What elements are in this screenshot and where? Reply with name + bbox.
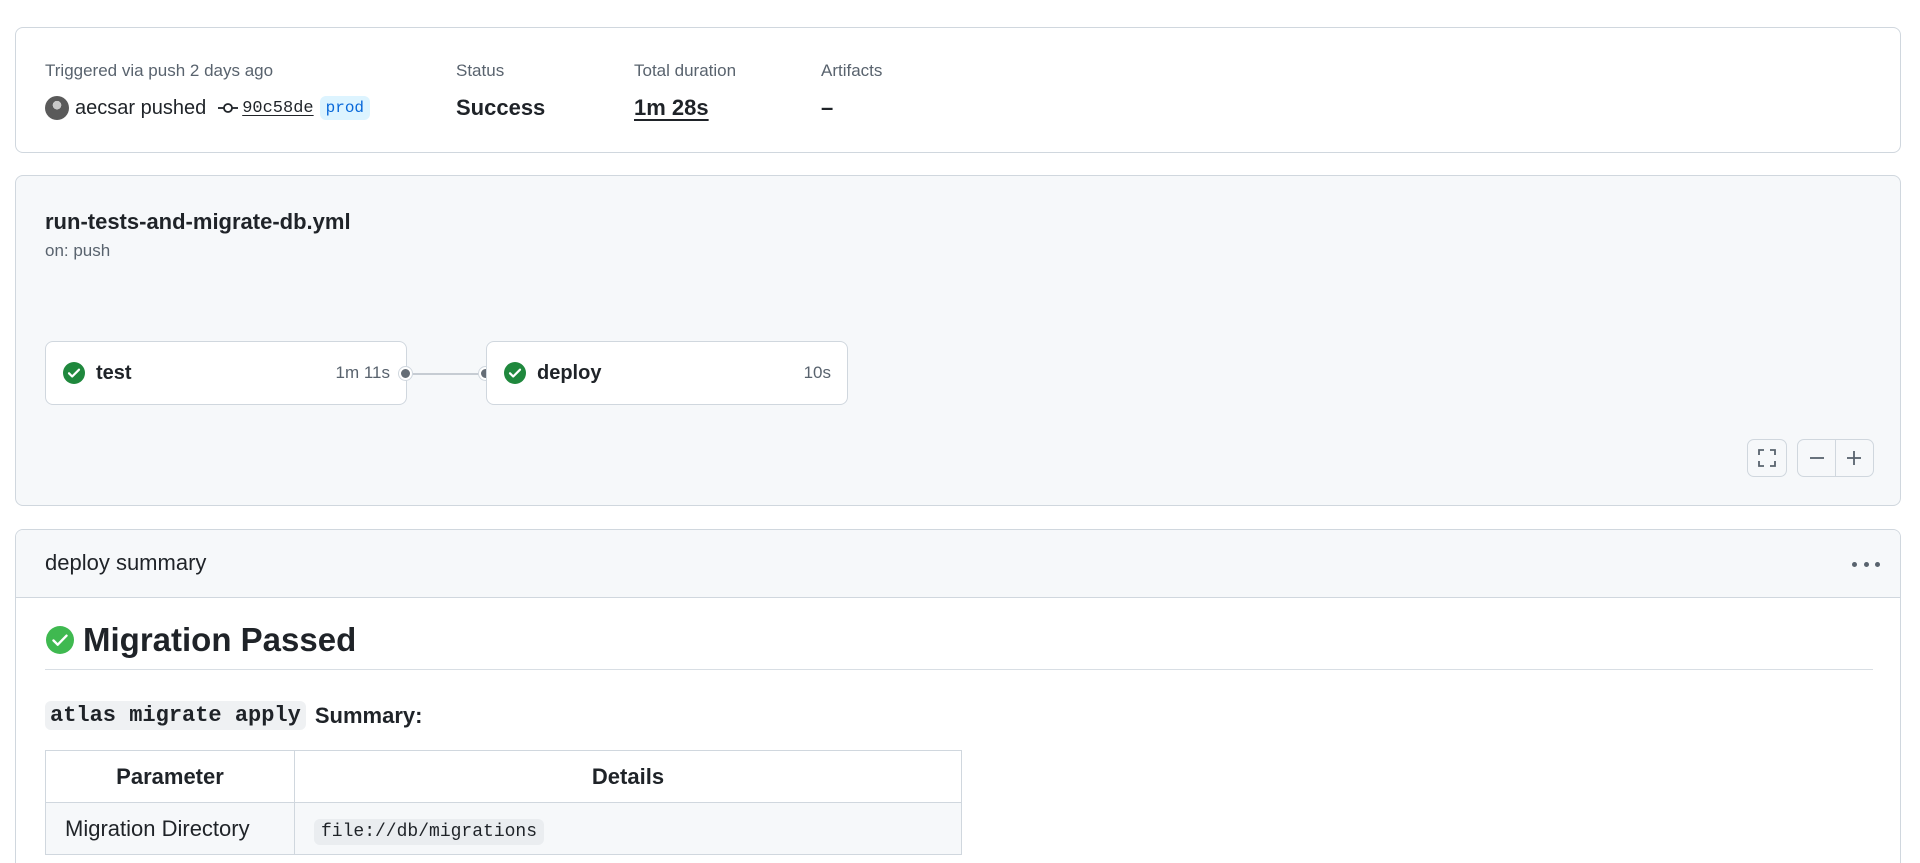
success-check-icon [46, 626, 74, 654]
table-header-row: Parameter Details [45, 750, 962, 803]
details-code: file://db/migrations [314, 818, 545, 845]
workflow-file-name[interactable]: run-tests-and-migrate-db.yml [45, 209, 351, 235]
command-code: atlas migrate apply [45, 701, 306, 730]
workflow-trigger: on: push [45, 241, 111, 260]
zoom-out-icon [1809, 457, 1824, 459]
parameter-cell: Migration Directory [45, 802, 295, 855]
job-test[interactable]: test 1m 11s [45, 341, 407, 405]
zoom-controls [1797, 439, 1874, 477]
fullscreen-button[interactable] [1748, 440, 1786, 476]
job-duration: 1m 11s [335, 363, 391, 382]
zoom-in-icon [1847, 451, 1862, 465]
summary-heading-text: Migration Passed [83, 621, 357, 658]
kebab-menu-icon[interactable] [1852, 552, 1880, 576]
column-header: Details [294, 750, 962, 803]
branch-badge[interactable]: prod [319, 96, 371, 120]
status-value: Success [456, 95, 546, 120]
status-label: Status [456, 61, 505, 80]
connector-dot-out [399, 367, 412, 380]
job-duration: 10s [803, 363, 831, 382]
job-summary-card: deploy summary Migration Passed atlas mi… [15, 529, 1901, 863]
commit-icon [218, 101, 239, 115]
success-check-icon [504, 362, 526, 384]
table-row: Migration Directory file://db/migrations [45, 802, 962, 855]
job-summary-title: deploy summary [45, 550, 207, 575]
fullscreen-control [1747, 439, 1787, 477]
job-name: test [96, 361, 132, 384]
subheading-text: Summary: [314, 702, 423, 728]
job-deploy[interactable]: deploy 10s [486, 341, 848, 405]
success-check-icon [63, 362, 85, 384]
details-cell: file://db/migrations [294, 802, 962, 855]
summary-subheading: atlas migrate apply Summary: [45, 701, 1873, 730]
trigger-row: aecsar pushed 90c58de prod [45, 94, 371, 122]
summary-heading: Migration Passed [45, 621, 1873, 670]
duration-label: Total duration [634, 61, 737, 80]
duration-info: Total duration 1m 28s [634, 60, 736, 122]
actor-name[interactable]: aecsar pushed [75, 97, 206, 120]
fullscreen-icon [1758, 449, 1776, 467]
parameters-table: Parameter Details Migration Directory fi… [45, 750, 962, 855]
duration-link[interactable]: 1m 28s [634, 94, 736, 122]
markdown-body: Migration Passed atlas migrate apply Sum… [45, 621, 1873, 855]
commit-sha-link[interactable]: 90c58de [242, 99, 313, 118]
job-connector-line [407, 373, 487, 375]
column-header: Parameter [45, 750, 295, 803]
zoom-in-button[interactable] [1836, 440, 1873, 476]
avatar[interactable] [45, 96, 69, 120]
trigger-label: Triggered via push 2 days ago [45, 61, 274, 80]
status-info: Status Success [456, 60, 545, 122]
trigger-info: Triggered via push 2 days ago aecsar pus… [45, 60, 371, 122]
artifacts-value: – [821, 95, 834, 120]
job-summary-header: deploy summary [16, 530, 1900, 598]
job-name: deploy [537, 361, 602, 384]
run-summary-card: Triggered via push 2 days ago aecsar pus… [15, 27, 1901, 153]
workflow-graph-card: run-tests-and-migrate-db.yml on: push te… [15, 175, 1901, 506]
artifacts-label: Artifacts [821, 61, 883, 80]
artifacts-info: Artifacts – [821, 60, 882, 122]
zoom-out-button[interactable] [1798, 440, 1835, 476]
